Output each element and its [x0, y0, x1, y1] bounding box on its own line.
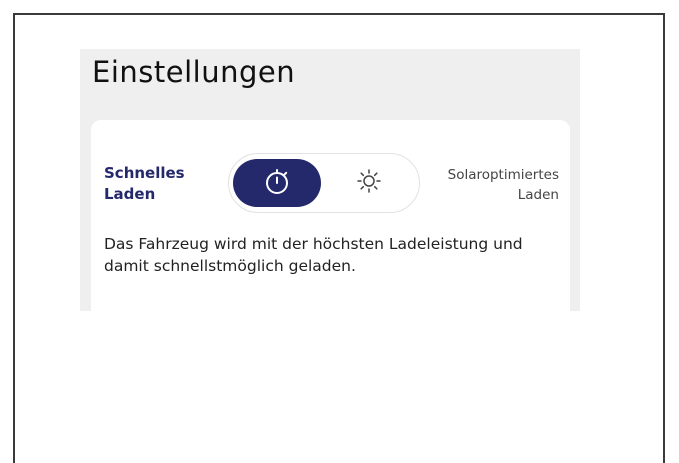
- page-title: Einstellungen: [92, 55, 296, 89]
- fast-charging-option[interactable]: [233, 159, 321, 207]
- settings-panel: Einstellungen Schnelles Laden Solaroptim…: [80, 49, 580, 311]
- charging-mode-toggle[interactable]: [228, 153, 420, 213]
- solar-charging-label[interactable]: Solaroptimiertes Laden: [419, 165, 559, 205]
- charging-mode-description: Das Fahrzeug wird mit der höchsten Ladel…: [104, 235, 523, 275]
- sun-icon: [355, 167, 383, 199]
- fast-charging-label[interactable]: Schnelles Laden: [104, 163, 209, 205]
- charging-mode-card: Schnelles Laden Solaroptimiertes Laden D…: [91, 120, 570, 311]
- stopwatch-icon: [262, 166, 292, 200]
- solar-charging-option[interactable]: [325, 159, 413, 207]
